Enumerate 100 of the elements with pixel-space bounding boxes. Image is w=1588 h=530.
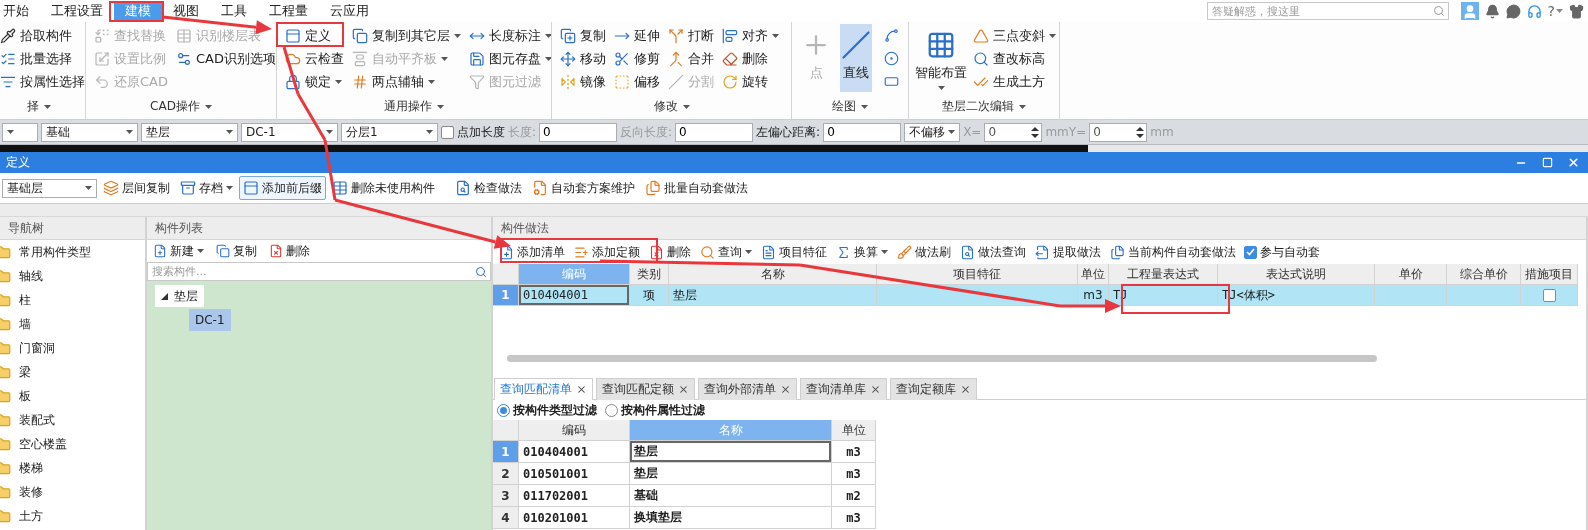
- ribbon-button[interactable]: 修剪: [614, 47, 660, 70]
- close-button[interactable]: [1566, 155, 1580, 170]
- toolbar-button[interactable]: 查询: [696, 240, 756, 264]
- column-header[interactable]: 编码: [519, 420, 630, 441]
- row-number[interactable]: 3: [493, 485, 519, 507]
- ribbon-button[interactable]: 打断: [668, 24, 714, 47]
- menu-tab[interactable]: 工程量: [258, 1, 319, 21]
- column-header[interactable]: 类别: [630, 264, 669, 285]
- toolbar-button[interactable]: 存档: [176, 176, 237, 200]
- close-icon[interactable]: [678, 384, 689, 395]
- toolbar-button[interactable]: 层间复制: [99, 176, 174, 200]
- ribbon-button[interactable]: 复制到其它层: [352, 24, 461, 47]
- toolbar-button[interactable]: 添加清单: [495, 240, 569, 264]
- column-header[interactable]: 名称: [669, 264, 877, 285]
- toolbar-button[interactable]: 检查做法: [451, 176, 526, 200]
- menu-tab[interactable]: 视图: [162, 1, 210, 21]
- query-tab[interactable]: 查询匹配定额: [596, 378, 695, 400]
- query-tab[interactable]: 查询定额库: [890, 378, 977, 400]
- toolbar-button[interactable]: 批量自动套做法: [641, 176, 752, 200]
- ribbon-button[interactable]: 旋转: [722, 70, 779, 93]
- toolbar-button[interactable]: 自动套方案维护: [528, 176, 639, 200]
- checkbox[interactable]: [1542, 288, 1556, 302]
- floor-dropdown[interactable]: 基础层: [2, 178, 97, 198]
- column-header[interactable]: 单位: [1078, 264, 1109, 285]
- nav-item[interactable]: 墙: [0, 312, 145, 336]
- avatar-icon[interactable]: [1460, 2, 1479, 20]
- spinner-arrows-icon[interactable]: [1136, 125, 1145, 139]
- ribbon-button[interactable]: 生成土方: [973, 70, 1056, 93]
- tree-item[interactable]: DC-1: [189, 309, 231, 331]
- column-header[interactable]: 单位: [832, 420, 876, 441]
- search-field[interactable]: 搜索构件...: [147, 262, 491, 281]
- menu-tab[interactable]: 云应用: [319, 1, 380, 21]
- query-tab[interactable]: 查询外部清单: [698, 378, 797, 400]
- nav-item[interactable]: 柱: [0, 288, 145, 312]
- ribbon-button[interactable]: 镜像: [560, 70, 606, 93]
- toolbar-button[interactable]: 换算: [832, 240, 892, 264]
- checkbox[interactable]: [1244, 245, 1257, 259]
- toolbar-button[interactable]: 新建: [149, 239, 208, 263]
- nav-item[interactable]: 装修: [0, 480, 145, 504]
- search-field[interactable]: 答疑解惑，搜这里: [1206, 2, 1449, 20]
- close-icon[interactable]: [576, 384, 587, 395]
- chat-icon[interactable]: [1505, 3, 1521, 19]
- ribbon-button[interactable]: CAD识别选项: [176, 47, 276, 70]
- nav-item[interactable]: 门窗洞: [0, 336, 145, 360]
- dropdown[interactable]: 垫层: [141, 122, 238, 142]
- shirt-icon[interactable]: [1569, 3, 1584, 19]
- nav-item[interactable]: 装配式: [0, 408, 145, 432]
- toolbar-button[interactable]: 复制: [212, 239, 261, 263]
- toolbar-button[interactable]: 做法查询: [956, 240, 1030, 264]
- close-icon[interactable]: [780, 384, 791, 395]
- ribbon-button[interactable]: 批量选择: [0, 47, 85, 70]
- tree-item[interactable]: 垫层: [155, 285, 204, 307]
- dropdown[interactable]: 分层1: [341, 122, 438, 142]
- toolbar-button[interactable]: 添加定额: [570, 240, 644, 264]
- query-tab[interactable]: 查询匹配清单: [494, 378, 593, 400]
- ribbon-button[interactable]: 三点变斜: [973, 24, 1056, 47]
- ribbon-button[interactable]: 直线: [840, 24, 872, 92]
- close-icon[interactable]: [960, 384, 971, 395]
- ribbon-button[interactable]: 对齐: [722, 24, 779, 47]
- headset-icon[interactable]: [1526, 3, 1542, 19]
- ribbon-button[interactable]: 智能布置: [917, 24, 965, 92]
- menu-tab[interactable]: 开始: [0, 1, 40, 21]
- radio-button[interactable]: [605, 403, 618, 417]
- ribbon-button[interactable]: 图元存盘: [469, 47, 551, 70]
- column-header[interactable]: 单价: [1375, 264, 1447, 285]
- ribbon-button[interactable]: 偏移: [614, 70, 660, 93]
- nav-item[interactable]: 梁: [0, 360, 145, 384]
- ribbon-button[interactable]: 复制: [560, 24, 606, 47]
- scrollbar[interactable]: [507, 355, 1377, 362]
- row-number[interactable]: 4: [493, 507, 519, 529]
- bell-icon[interactable]: [1484, 3, 1500, 19]
- nav-item[interactable]: 空心楼盖: [0, 432, 145, 456]
- nav-item[interactable]: 常用构件类型: [0, 240, 145, 264]
- nav-item[interactable]: 楼梯: [0, 456, 145, 480]
- ribbon-button[interactable]: 拾取构件: [0, 24, 85, 47]
- ribbon-button[interactable]: 按属性选择: [0, 70, 85, 93]
- maximize-button[interactable]: [1540, 155, 1554, 170]
- ribbon-button[interactable]: 合并: [668, 47, 714, 70]
- toolbar-button[interactable]: 当前构件自动套做法: [1106, 240, 1240, 264]
- dropdown[interactable]: 基础: [41, 122, 138, 142]
- toolbar-button[interactable]: 做法刷: [893, 240, 955, 264]
- toolbar-button[interactable]: 项目特征: [757, 240, 831, 264]
- dropdown[interactable]: 不偏移: [904, 122, 961, 142]
- checkbox[interactable]: [441, 125, 454, 139]
- toolbar-button[interactable]: 删除: [265, 239, 314, 263]
- nav-item[interactable]: 板: [0, 384, 145, 408]
- toolbar-button[interactable]: 添加前后缀: [239, 176, 326, 200]
- help-button[interactable]: ?: [1547, 3, 1563, 19]
- ribbon-button[interactable]: 两点辅轴: [352, 70, 461, 93]
- toolbar-button[interactable]: 删除未使用构件: [328, 176, 439, 200]
- close-icon[interactable]: [870, 384, 881, 395]
- ribbon-button[interactable]: 移动: [560, 47, 606, 70]
- ribbon-button[interactable]: 定义: [285, 24, 344, 47]
- nav-item[interactable]: 土方: [0, 504, 145, 528]
- column-header[interactable]: 工程量表达式: [1109, 264, 1218, 285]
- toolbar-button[interactable]: 删除: [645, 240, 695, 264]
- radio-button[interactable]: [497, 403, 510, 417]
- query-tab[interactable]: 查询清单库: [800, 378, 887, 400]
- dropdown[interactable]: DC-1: [241, 122, 338, 142]
- ribbon-button[interactable]: 查改标高: [973, 47, 1056, 70]
